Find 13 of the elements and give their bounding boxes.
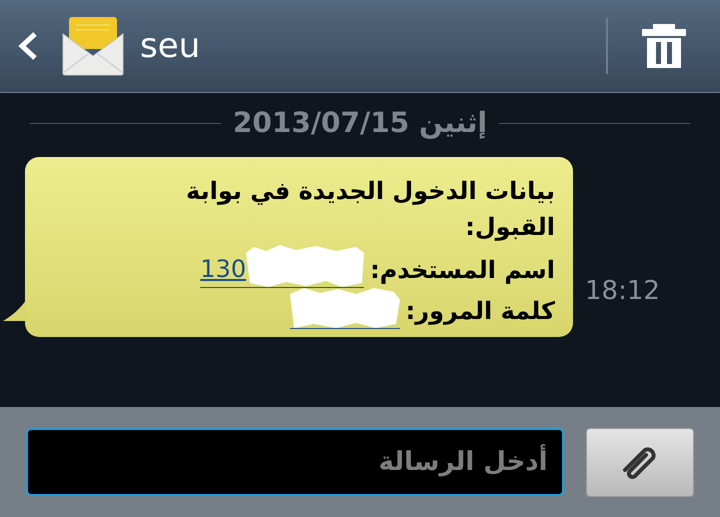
message-time: 18:12 <box>585 275 660 308</box>
message-field[interactable]: أدخل الرسالة <box>26 428 564 496</box>
trash-icon <box>641 23 687 69</box>
username-link[interactable]: 130 <box>200 245 364 288</box>
username-label: اسم المستخدم: <box>370 255 555 286</box>
envelope-icon <box>62 16 124 76</box>
bubble-tail <box>3 299 27 321</box>
message-text: بيانات الدخول الجديدة في بوابة القبول: <box>185 176 555 243</box>
password-label: كلمة المرور: <box>406 296 555 327</box>
attach-button[interactable] <box>586 428 694 496</box>
contact-name: seu <box>140 29 200 63</box>
back-icon <box>17 31 39 61</box>
date-divider: إثنين 2013/07/15 <box>232 105 488 141</box>
